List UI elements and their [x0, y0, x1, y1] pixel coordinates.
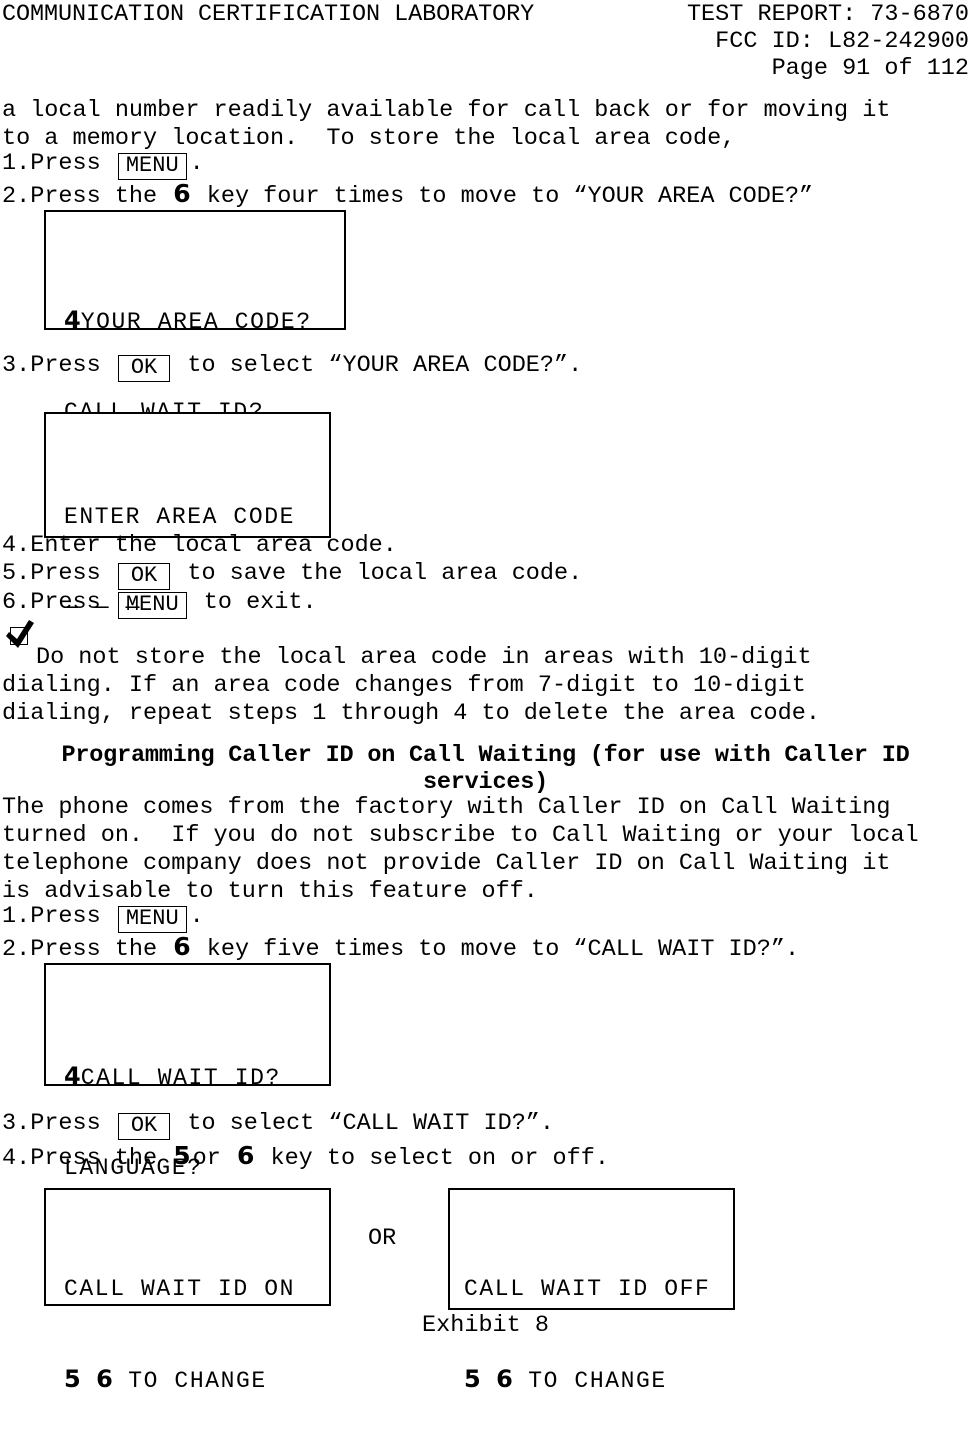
lcd-display-call-wait-id-off: CALL WAIT ID OFF 5 6 TO CHANGE [448, 1188, 735, 1394]
key-6-glyph: 6 [236, 1141, 255, 1170]
step-2-2: 2. Press the 6 key five times to move to… [2, 933, 799, 964]
lcd-cursor-arrow-icon: 4 [64, 1062, 81, 1090]
step-text-pre: Press [30, 560, 115, 587]
step-text-post: . [189, 150, 204, 177]
lcd-line-2: 5 6 TO CHANGE [464, 1364, 710, 1396]
fcc-id: FCC ID: L82-242900 [715, 28, 969, 55]
lcd-line-1: ENTER AREA CODE [64, 504, 296, 530]
step-number: 4. [2, 532, 31, 559]
key-5-glyph: 5 [173, 1141, 191, 1170]
key-6-glyph: 6 [173, 932, 191, 961]
lcd-line-1: 4YOUR AREA CODE? [64, 305, 312, 337]
menu-key-button[interactable]: MENU [117, 906, 187, 933]
step-text-pre: Press [30, 1110, 115, 1137]
lcd-display-enter-area-code: ENTER AREA CODE — — — [44, 412, 331, 620]
note-line-1: Do not store the local area code in area… [36, 644, 812, 671]
section-heading-line-1: Programming Caller ID on Call Waiting (f… [61, 742, 910, 769]
lcd-line-2-text: TO CHANGE [128, 1368, 267, 1394]
step-text-pre: Press [30, 352, 115, 379]
section2-para-line-2: turned on. If you do not subscribe to Ca… [2, 822, 919, 849]
section2-para-line-3: telephone company does not provide Calle… [2, 850, 891, 877]
step-text-pre: Press [30, 150, 115, 177]
step-1-4: 4. Enter the local area code. [2, 532, 397, 560]
ok-key-button[interactable]: OK [117, 563, 171, 590]
checkmark-glyph [6, 620, 34, 648]
step-number: 5. [2, 560, 31, 587]
step-text-post: to select “CALL WAIT ID?”. [173, 1110, 555, 1137]
menu-key-button[interactable]: MENU [117, 153, 187, 180]
step-2-3: 3. Press OK to select “CALL WAIT ID?”. [2, 1110, 555, 1140]
ok-key-button[interactable]: OK [117, 355, 171, 382]
step-text-post: . [189, 903, 204, 930]
lcd-line-1: CALL WAIT ID OFF [464, 1276, 711, 1302]
step-text-pre: Press [30, 589, 115, 616]
step-text-mid: or [192, 1145, 235, 1172]
page-number: Page 91 of 112 [771, 55, 969, 82]
section-heading-line-2: services) [422, 769, 549, 796]
document-page: COMMUNICATION CERTIFICATION LABORATORY T… [0, 0, 971, 1394]
step-number: 2. [2, 183, 31, 210]
step-2-1: 1. Press MENU . [2, 903, 204, 933]
test-report-number: TEST REPORT: 73-6870 [686, 1, 969, 28]
step-number: 4. [2, 1145, 31, 1172]
step-text-post: key to select on or off. [256, 1145, 609, 1172]
lcd-line-1: CALL WAIT ID ON [64, 1276, 296, 1302]
step-2-4: 4. Press the 5 or 6 key to select on or … [2, 1142, 609, 1173]
note-line-3: dialing, repeat steps 1 through 4 to del… [2, 700, 820, 727]
footer-exhibit: Exhibit 8 [422, 1312, 549, 1339]
step-1-5: 5. Press OK to save the local area code. [2, 560, 583, 590]
step-1-2: 2. Press the 6 key four times to move to… [2, 180, 813, 211]
lcd-cursor-arrow-icon: 4 [64, 306, 81, 334]
key-5-glyph: 5 [64, 1365, 81, 1393]
lcd-line-2-text: TO CHANGE [528, 1368, 667, 1394]
step-text-pre: Press the [30, 936, 172, 963]
or-label: OR [368, 1225, 397, 1252]
menu-key-button[interactable]: MENU [117, 592, 187, 619]
note-line-2: dialing. If an area code changes from 7-… [2, 672, 806, 699]
step-1-6: 6. Press MENU to exit. [2, 589, 317, 619]
lcd-display-your-area-code: 4YOUR AREA CODE? CALL WAIT ID? [44, 210, 346, 425]
step-text-pre: Enter the local area code. [30, 532, 397, 559]
checked-box-icon [4, 618, 34, 648]
lcd-line-2: 5 6 TO CHANGE [64, 1364, 295, 1396]
step-text-post: to save the local area code. [173, 560, 583, 587]
section2-para-line-1: The phone comes from the factory with Ca… [2, 794, 891, 821]
step-number: 3. [2, 1110, 31, 1137]
step-text-post: key four times to move to “YOUR AREA COD… [192, 183, 814, 210]
key-6-glyph: 6 [496, 1365, 513, 1393]
step-1-3: 3. Press OK to select “YOUR AREA CODE?”. [2, 352, 583, 382]
page-header: COMMUNICATION CERTIFICATION LABORATORY T… [0, 0, 971, 82]
lcd-display-call-wait-id: 4CALL WAIT ID? LANGUAGE? [44, 963, 331, 1181]
step-text-pre: Press the [30, 183, 172, 210]
intro-line-1: a local number readily available for cal… [2, 97, 891, 124]
step-text-post: to select “YOUR AREA CODE?”. [173, 352, 583, 379]
step-number: 1. [2, 903, 31, 930]
step-text-pre: Press [30, 903, 115, 930]
lcd-line-1-text: CALL WAIT ID? [80, 1065, 281, 1091]
lcd-line-1: 4CALL WAIT ID? [64, 1061, 281, 1093]
key-6-glyph: 6 [173, 179, 191, 208]
step-number: 3. [2, 352, 31, 379]
laboratory-name: COMMUNICATION CERTIFICATION LABORATORY [2, 1, 535, 28]
step-text-post: to exit. [189, 589, 317, 616]
step-text-pre: Press the [30, 1145, 172, 1172]
section-heading: Programming Caller ID on Call Waiting (f… [0, 742, 971, 796]
lcd-line-1-text: YOUR AREA CODE? [80, 309, 312, 335]
step-1-1: 1. Press MENU . [2, 150, 204, 180]
ok-key-button[interactable]: OK [117, 1113, 171, 1140]
step-number: 2. [2, 936, 31, 963]
step-number: 6. [2, 589, 31, 616]
report-identifiers: TEST REPORT: 73-6870 FCC ID: L82-242900 … [687, 1, 969, 82]
step-number: 1. [2, 150, 31, 177]
key-5-glyph: 5 [464, 1365, 481, 1393]
step-text-post: key five times to move to “CALL WAIT ID?… [192, 936, 800, 963]
key-6-glyph: 6 [96, 1365, 113, 1393]
lcd-display-call-wait-id-on: CALL WAIT ID ON 5 6 TO CHANGE [44, 1188, 331, 1394]
